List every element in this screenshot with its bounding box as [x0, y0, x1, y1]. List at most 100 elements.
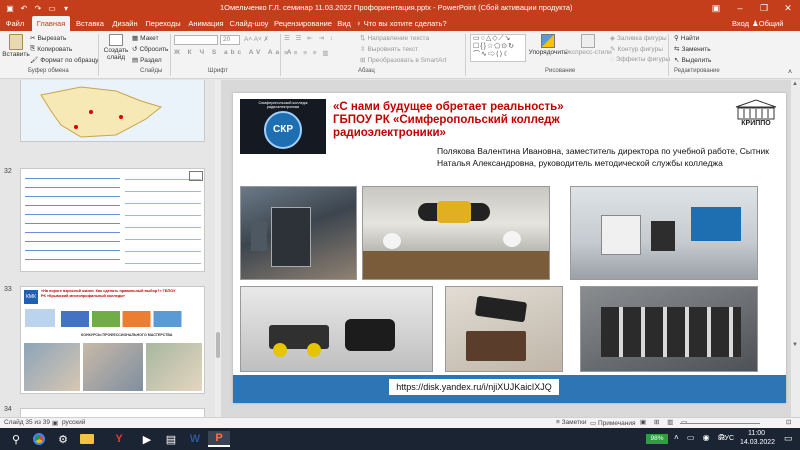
canvas-scrollbar[interactable]: ▲ ▼ — [791, 80, 800, 417]
search-icon[interactable]: ⚲ — [8, 431, 24, 447]
relay-panel-shape — [601, 307, 741, 357]
layout-button[interactable]: ▦ Макет — [132, 34, 159, 43]
slide-thumbnails-pane[interactable]: 32 33 КМК «На пороге взрослой жизни. Как… — [0, 80, 220, 417]
customize-icon[interactable]: ▾ — [60, 2, 72, 14]
shape-outline-button[interactable]: ✎ Контур фигуры — [610, 45, 663, 54]
shape-fill-button[interactable]: ◈ Заливка фигуры — [610, 34, 667, 43]
equipment-shape — [251, 221, 267, 251]
section-button[interactable]: ▤ Раздел — [132, 56, 162, 65]
format-painter-button[interactable]: 🖌 Формат по образцу — [30, 56, 99, 65]
brush-icon: 🖌 — [30, 57, 39, 64]
ribbon-tabs: Файл Главная Вставка Дизайн Переходы Ани… — [0, 16, 800, 43]
settings-icon[interactable]: ⚙ — [52, 431, 74, 447]
align-buttons[interactable]: ≡ ≡ ≡ ≡ ▥ — [284, 49, 331, 57]
ribbon-display-icon[interactable]: ▣ — [704, 0, 728, 16]
slide-content-lines — [25, 309, 55, 327]
slide-thumbnail[interactable]: КМК «На пороге взрослой жизни. Как сдела… — [20, 286, 205, 394]
list-buttons[interactable]: ☰ ☰ ⇤ ⇥ ↕ — [284, 34, 335, 42]
slide-url-link[interactable]: https://disk.yandex.ru/i/njiXUJKaicIXJQ — [389, 379, 559, 395]
align-text-button[interactable]: ⇳ Выровнять текст — [360, 45, 418, 54]
font-size-select[interactable]: 20 — [220, 35, 240, 45]
reset-button[interactable]: ↺ Сбросить — [132, 45, 168, 54]
spellcheck-icon[interactable]: ▣ — [52, 419, 58, 427]
slide-subtitle-text: КОНКУРСЫ ПРОФЕССИОНАЛЬНОГО МАСТЕРСТВА — [81, 333, 173, 337]
chrome-icon[interactable] — [28, 431, 50, 447]
language-indicator[interactable]: РУС — [720, 435, 734, 442]
yandex-browser-icon[interactable]: Y — [108, 431, 130, 447]
clock-date[interactable]: 14.03.2022 — [740, 439, 775, 446]
font-style-buttons[interactable]: Ж К Ч S abc AV Aa A — [174, 49, 294, 56]
tab-view[interactable]: Вид — [336, 16, 352, 31]
smartart-icon: ⊞ — [360, 57, 366, 64]
new-slide-button[interactable]: Создать слайд — [103, 34, 129, 61]
collapse-ribbon-icon[interactable]: ˄ — [788, 69, 792, 76]
tab-home[interactable]: Главная — [32, 16, 70, 31]
find-button[interactable]: ⚲ Найти — [674, 34, 699, 43]
copy-button[interactable]: ⎘ Копировать — [30, 45, 72, 53]
paste-button[interactable]: Вставить — [2, 34, 30, 58]
banner-shape — [691, 207, 741, 241]
save-icon[interactable]: ▣ — [4, 2, 16, 14]
battery-indicator[interactable]: 98% — [646, 434, 668, 444]
shapes-gallery[interactable]: ▭○△◇⟋↘ ☐{}☆⬠⊙↻ ⌒∿⇨⟨⟩☾ — [470, 34, 526, 62]
undo-icon[interactable]: ↶ — [18, 2, 30, 14]
comments-button[interactable]: ▭ Примечания — [590, 419, 635, 427]
redo-icon[interactable]: ↷ — [32, 2, 44, 14]
lamp-shape — [383, 233, 401, 249]
close-icon[interactable]: ✕ — [776, 0, 800, 16]
replace-button[interactable]: ⇆ Заменить — [674, 45, 711, 54]
align-text-icon: ⇳ — [360, 46, 366, 53]
slide-thumbnail[interactable] — [20, 408, 205, 417]
replace-icon: ⇆ — [674, 46, 680, 53]
diagram-icon — [61, 311, 201, 327]
effects-icon: ◌ — [610, 56, 614, 63]
slide-thumbnail[interactable] — [20, 168, 205, 272]
arrange-button[interactable]: Упорядочить — [529, 34, 567, 56]
font-family-select[interactable] — [174, 35, 218, 45]
tab-insert[interactable]: Вставка — [72, 16, 108, 31]
table-shape — [363, 251, 549, 279]
store-icon[interactable]: ▤ — [160, 431, 182, 447]
font-size-buttons[interactable]: A˄ A˅ ✗ — [244, 35, 269, 43]
tab-animation[interactable]: Анимация — [184, 16, 228, 31]
view-buttons[interactable]: ▣ ⊞ ▥ ▭ — [640, 418, 690, 426]
smartart-button[interactable]: ⊞ Преобразовать в SmartArt — [360, 56, 446, 65]
tab-design[interactable]: Дизайн — [108, 16, 142, 31]
group-separator — [465, 34, 466, 76]
scroll-up-icon[interactable]: ▲ — [792, 81, 798, 87]
slide-thumbnail[interactable] — [20, 80, 205, 142]
zoom-slider[interactable] — [680, 423, 760, 424]
file-explorer-icon[interactable] — [76, 431, 98, 447]
group-label-font: Шрифт — [208, 68, 228, 74]
restore-icon[interactable]: ❐ — [752, 0, 776, 16]
tab-file[interactable]: Файл — [2, 16, 28, 31]
clock-time[interactable]: 11:00 — [748, 430, 765, 437]
scrollbar-thumb[interactable] — [216, 332, 220, 358]
sign-in-link[interactable]: Вход — [732, 16, 749, 31]
tab-transitions[interactable]: Переходы — [142, 16, 184, 31]
presentation-icon[interactable]: ▭ — [46, 2, 58, 14]
tell-me-box[interactable]: ♀ Что вы хотите сделать? — [356, 16, 447, 31]
fit-slide-icon[interactable]: ⊡ — [786, 418, 791, 426]
quick-styles-button[interactable]: Экспресс-стили — [564, 34, 612, 56]
select-button[interactable]: ↖ Выделить — [674, 56, 711, 65]
tab-slideshow[interactable]: Слайд-шоу — [228, 16, 270, 31]
language-status[interactable]: русский — [62, 419, 85, 426]
scroll-down-icon[interactable]: ▼ — [792, 342, 798, 348]
text-direction-button[interactable]: ⇅ Направление текста — [360, 34, 429, 43]
slide-number: 34 — [4, 406, 12, 413]
notes-button[interactable]: ≡ Заметки — [556, 419, 586, 426]
current-slide[interactable]: Симферопольский колледж радиоэлектроники… — [233, 93, 786, 403]
slide-number: 33 — [4, 286, 12, 293]
minimize-icon[interactable]: – — [728, 0, 752, 16]
notifications-icon[interactable]: ▭ — [784, 433, 793, 444]
scissors-icon: ✂ — [30, 35, 36, 42]
logo-circle-icon: СКР — [264, 111, 302, 149]
media-player-icon[interactable]: ▶ — [136, 431, 158, 447]
college-logo-icon: КМК — [24, 290, 38, 304]
tab-review[interactable]: Рецензирование — [270, 16, 336, 31]
word-icon[interactable]: W — [184, 431, 206, 447]
shape-effects-button[interactable]: ◌ Эффекты фигуры — [610, 56, 670, 63]
cut-button[interactable]: ✂ Вырезать — [30, 34, 66, 43]
powerpoint-icon[interactable]: P — [208, 431, 230, 447]
